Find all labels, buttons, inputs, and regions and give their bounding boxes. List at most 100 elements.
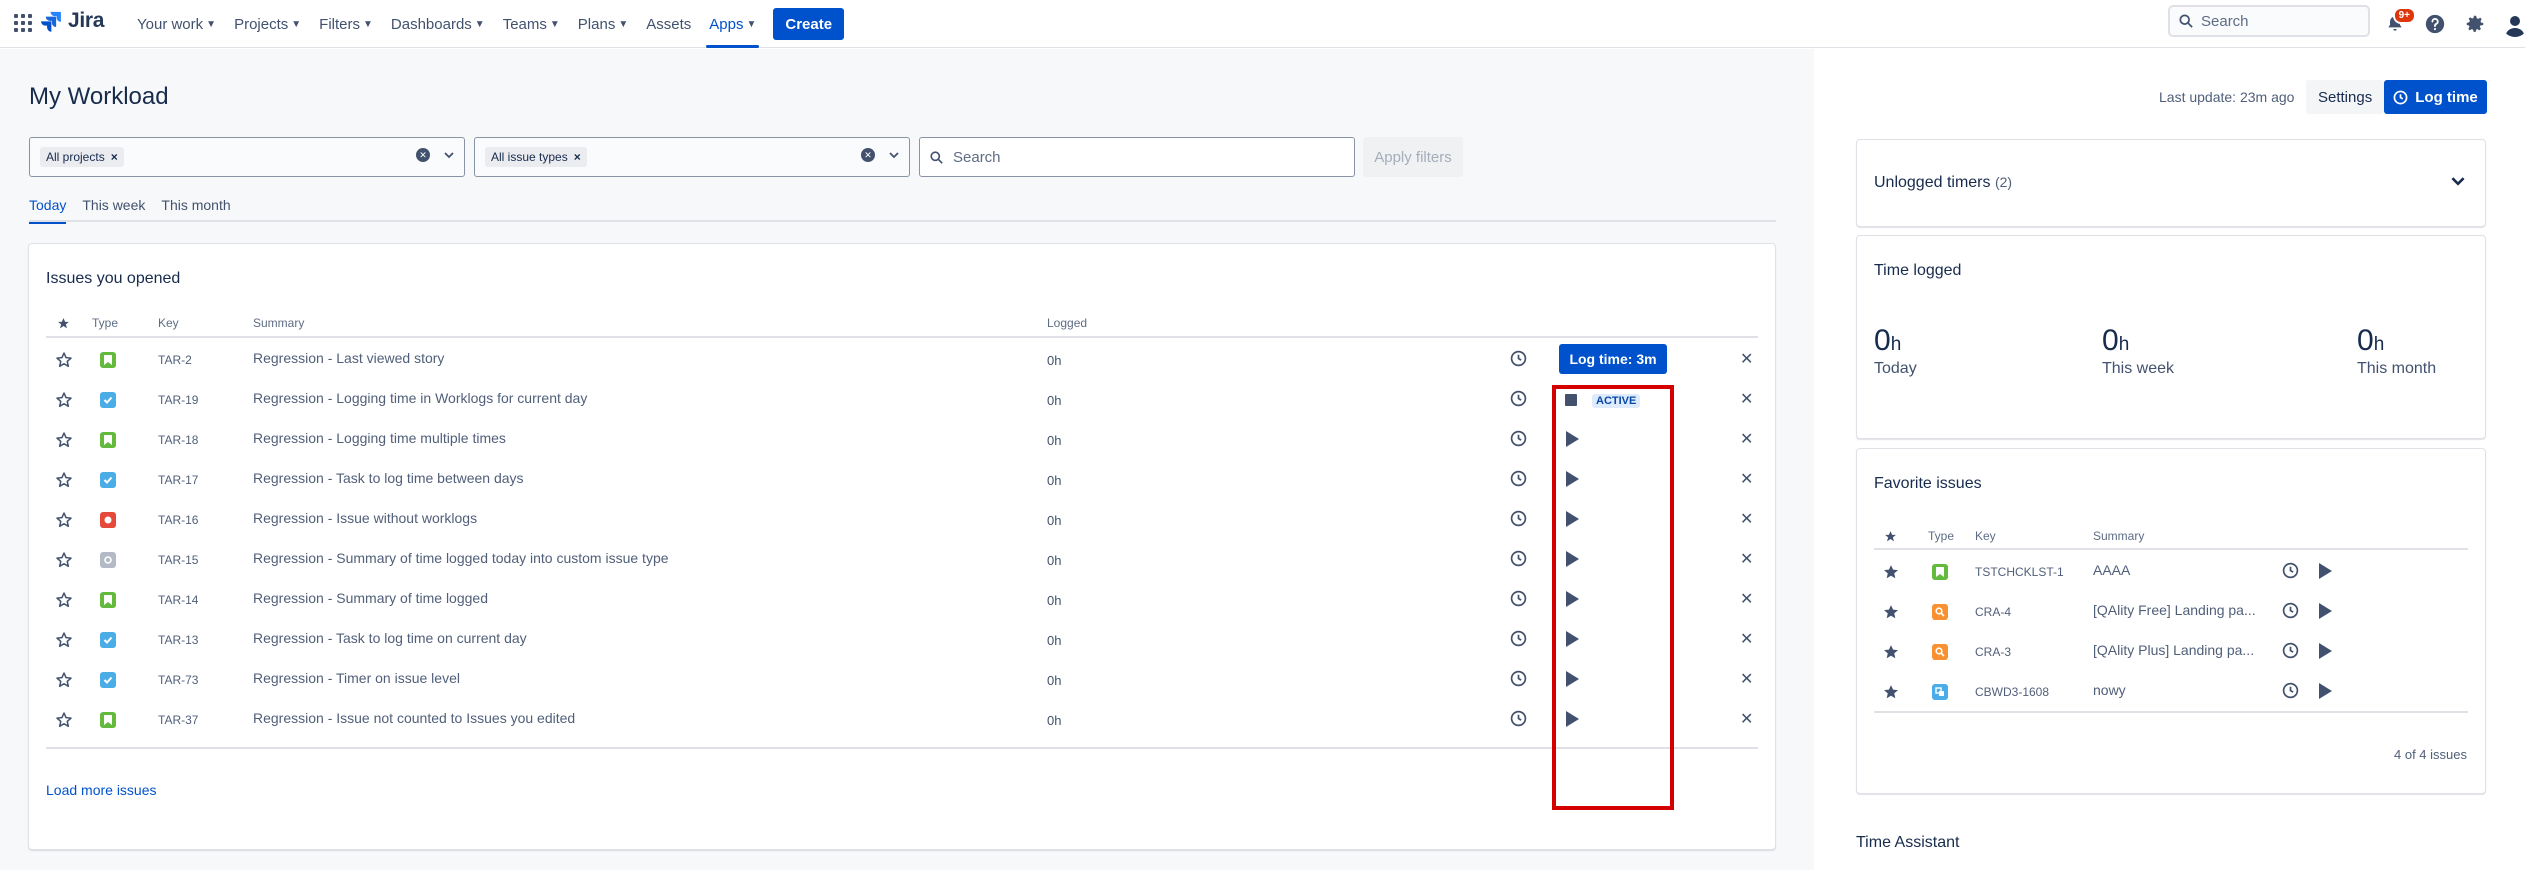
close-icon[interactable]: ✕ <box>1740 549 1753 569</box>
settings-button[interactable]: Settings <box>2306 80 2385 114</box>
issue-summary[interactable]: AAAA <box>2093 562 2130 578</box>
issue-summary[interactable]: [QAlity Plus] Landing pa... <box>2093 642 2254 658</box>
user-avatar[interactable] <box>2502 11 2525 37</box>
issues-search-input[interactable]: Search <box>919 137 1355 177</box>
jira-logo[interactable]: Jira <box>40 9 104 33</box>
star-icon[interactable] <box>55 551 73 572</box>
play-icon[interactable] <box>2319 563 2332 579</box>
nav-item-your-work[interactable]: Your work ▼ <box>128 0 225 48</box>
clock-icon[interactable] <box>1510 390 1527 410</box>
remove-chip-icon[interactable]: × <box>111 150 118 164</box>
unlogged-timers-card[interactable]: Unlogged timers (2) <box>1856 139 2486 227</box>
star-icon[interactable] <box>55 471 73 492</box>
issue-key[interactable]: CRA-4 <box>1975 605 2011 619</box>
clock-icon[interactable] <box>1510 710 1527 730</box>
star-filled-icon[interactable] <box>1882 563 1900 584</box>
clear-icon[interactable]: ✕ <box>416 148 430 162</box>
nav-item-dashboards[interactable]: Dashboards ▼ <box>382 0 494 48</box>
issue-key[interactable]: TAR-16 <box>158 513 198 527</box>
clock-icon[interactable] <box>1510 470 1527 490</box>
star-icon[interactable] <box>55 391 73 412</box>
clock-icon[interactable] <box>1510 430 1527 450</box>
chevron-down-icon[interactable] <box>889 150 899 160</box>
nav-item-teams[interactable]: Teams ▼ <box>494 0 569 48</box>
issue-summary[interactable]: Regression - Logging time multiple times <box>253 430 506 446</box>
remove-chip-icon[interactable]: × <box>574 150 581 164</box>
nav-item-assets[interactable]: Assets <box>637 0 700 48</box>
tab-today[interactable]: Today <box>29 197 67 224</box>
issue-types-filter[interactable]: All issue types × ✕ <box>474 137 910 177</box>
issue-key[interactable]: TAR-73 <box>158 673 198 687</box>
issue-key[interactable]: TAR-13 <box>158 633 198 647</box>
nav-item-filters[interactable]: Filters ▼ <box>310 0 382 48</box>
chevron-down-icon[interactable] <box>2451 174 2465 188</box>
clock-icon[interactable] <box>2282 602 2299 622</box>
play-icon[interactable] <box>2319 643 2332 659</box>
close-icon[interactable]: ✕ <box>1740 629 1753 649</box>
chevron-down-icon[interactable] <box>444 150 454 160</box>
star-filled-icon[interactable] <box>1882 603 1900 624</box>
star-icon[interactable] <box>55 511 73 532</box>
issue-summary[interactable]: [QAlity Free] Landing pa... <box>2093 602 2256 618</box>
star-filled-icon[interactable] <box>1882 683 1900 704</box>
clock-icon[interactable] <box>1510 350 1527 370</box>
notifications-button[interactable]: 9+ <box>2382 7 2416 37</box>
app-switcher-icon[interactable] <box>12 12 32 32</box>
create-button[interactable]: Create <box>773 8 845 40</box>
star-icon[interactable] <box>55 591 73 612</box>
issue-summary[interactable]: Regression - Last viewed story <box>253 350 444 366</box>
clock-icon[interactable] <box>1510 510 1527 530</box>
close-icon[interactable]: ✕ <box>1740 589 1753 609</box>
clock-icon[interactable] <box>1510 590 1527 610</box>
nav-item-apps[interactable]: Apps ▼ <box>700 0 765 48</box>
apply-filters-button[interactable]: Apply filters <box>1363 137 1463 177</box>
projects-filter[interactable]: All projects × ✕ <box>29 137 465 177</box>
close-icon[interactable]: ✕ <box>1740 349 1753 369</box>
play-icon[interactable] <box>2319 603 2332 619</box>
star-filled-icon[interactable] <box>1882 643 1900 664</box>
close-icon[interactable]: ✕ <box>1740 469 1753 489</box>
issue-summary[interactable]: Regression - Timer on issue level <box>253 670 460 686</box>
log-time-button[interactable]: Log time <box>2384 80 2487 114</box>
issue-summary[interactable]: Regression - Logging time in Worklogs fo… <box>253 390 587 406</box>
clear-icon[interactable]: ✕ <box>861 148 875 162</box>
issue-summary[interactable]: nowy <box>2093 682 2126 698</box>
star-icon[interactable] <box>55 711 73 732</box>
issue-key[interactable]: TAR-37 <box>158 713 198 727</box>
close-icon[interactable]: ✕ <box>1740 669 1753 689</box>
close-icon[interactable]: ✕ <box>1740 709 1753 729</box>
star-icon[interactable] <box>55 351 73 372</box>
tab-this-week[interactable]: This week <box>82 197 145 222</box>
star-icon[interactable] <box>55 431 73 452</box>
help-button[interactable] <box>2422 11 2448 37</box>
issue-summary[interactable]: Regression - Issue without worklogs <box>253 510 477 526</box>
issue-key[interactable]: TAR-2 <box>158 353 192 367</box>
issue-summary[interactable]: Regression - Summary of time logged toda… <box>253 550 669 566</box>
issue-key[interactable]: TAR-14 <box>158 593 198 607</box>
star-icon[interactable] <box>55 671 73 692</box>
settings-button[interactable] <box>2462 11 2488 37</box>
nav-item-plans[interactable]: Plans ▼ <box>569 0 637 48</box>
issue-summary[interactable]: Regression - Task to log time between da… <box>253 470 524 486</box>
clock-icon[interactable] <box>1510 670 1527 690</box>
clock-icon[interactable] <box>1510 550 1527 570</box>
issue-key[interactable]: TAR-15 <box>158 553 198 567</box>
global-search-input[interactable]: Search <box>2168 5 2370 37</box>
issue-summary[interactable]: Regression - Summary of time logged <box>253 590 488 606</box>
issue-key[interactable]: CBWD3-1608 <box>1975 685 2049 699</box>
nav-item-projects[interactable]: Projects ▼ <box>225 0 310 48</box>
clock-icon[interactable] <box>2282 562 2299 582</box>
clock-icon[interactable] <box>2282 642 2299 662</box>
clock-icon[interactable] <box>1510 630 1527 650</box>
issue-key[interactable]: TAR-18 <box>158 433 198 447</box>
clock-icon[interactable] <box>2282 682 2299 702</box>
star-icon[interactable] <box>55 631 73 652</box>
log-time-timer-button[interactable]: Log time: 3m <box>1559 344 1667 374</box>
load-more-issues-link[interactable]: Load more issues <box>46 782 157 798</box>
close-icon[interactable]: ✕ <box>1740 429 1753 449</box>
issue-key[interactable]: TAR-17 <box>158 473 198 487</box>
close-icon[interactable]: ✕ <box>1740 389 1753 409</box>
close-icon[interactable]: ✕ <box>1740 509 1753 529</box>
play-icon[interactable] <box>2319 683 2332 699</box>
issue-key[interactable]: TSTCHCKLST-1 <box>1975 565 2064 579</box>
